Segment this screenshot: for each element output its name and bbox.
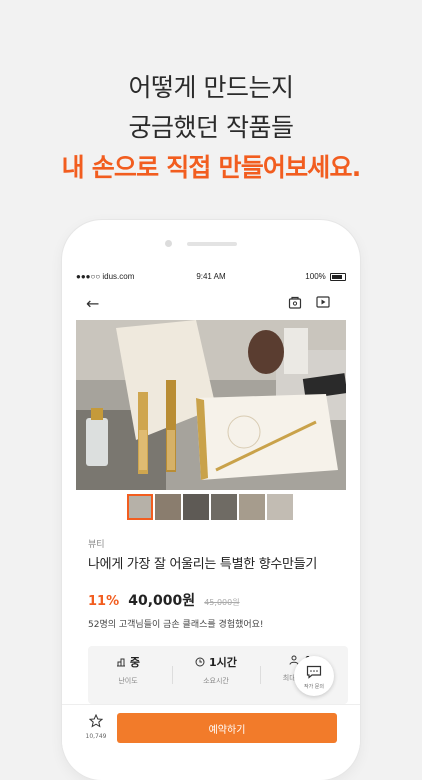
difficulty-label: 난이도 xyxy=(118,677,138,685)
thumbnail[interactable] xyxy=(239,494,265,520)
favorite-button[interactable]: 10,749 xyxy=(84,713,108,740)
battery-percent: 100% xyxy=(305,272,326,281)
bottom-bar: 10,749 예약하기 xyxy=(62,704,360,751)
star-icon xyxy=(88,713,104,728)
status-bar: ●●●○○ idus.com 9:41 AM 100% xyxy=(76,272,346,286)
difficulty-value: 중 xyxy=(129,656,140,669)
difficulty-info: 중 난이도 xyxy=(92,654,164,686)
battery-icon xyxy=(330,272,346,281)
thumbnail[interactable] xyxy=(127,494,153,520)
product-category: 뷰티 xyxy=(88,540,105,550)
sale-price: 40,000원 xyxy=(128,593,196,609)
thumbnail[interactable] xyxy=(267,494,293,520)
chat-bubble-icon xyxy=(306,665,322,679)
thumbnail-strip xyxy=(127,494,293,520)
top-nav: ← xyxy=(62,292,360,316)
original-price: 45,000원 xyxy=(204,598,240,607)
reserve-button[interactable]: 예약하기 xyxy=(117,713,337,743)
status-battery: 100% xyxy=(305,272,346,281)
price-row: 11% 40,000원 45,000원 xyxy=(88,590,240,610)
duration-value: 1시간 xyxy=(208,656,237,669)
promo-line-2: 궁금했던 작품들 xyxy=(128,113,294,142)
thumbnail[interactable] xyxy=(155,494,181,520)
duration-label: 소요시간 xyxy=(203,677,229,685)
promo-line-1: 어떻게 만드는지 xyxy=(128,73,294,102)
artist-inquiry-label: 작가 문의 xyxy=(304,684,324,690)
difficulty-icon xyxy=(117,658,126,667)
speaker-grille xyxy=(187,242,237,246)
gift-icon[interactable] xyxy=(288,295,302,309)
camera-dot xyxy=(165,240,172,247)
product-photo[interactable] xyxy=(76,320,346,490)
artist-inquiry-button[interactable]: 작가 문의 xyxy=(294,656,334,696)
divider xyxy=(260,666,261,684)
video-play-icon[interactable] xyxy=(316,295,330,309)
experience-text: 52명의 고객님들이 금손 클래스를 경험했어요! xyxy=(88,620,264,630)
back-arrow-icon[interactable]: ← xyxy=(86,294,99,313)
favorite-count: 10,749 xyxy=(85,733,107,740)
discount-rate: 11% xyxy=(88,594,120,609)
phone-mockup: ●●●○○ idus.com 9:41 AM 100% ← 뷰티 나에게 가장 … xyxy=(62,220,360,780)
thumbnail[interactable] xyxy=(183,494,209,520)
product-title: 나에게 가장 잘 어울리는 특별한 향수만들기 xyxy=(88,557,318,572)
duration-info: 1시간 소요시간 xyxy=(180,654,252,686)
thumbnail[interactable] xyxy=(211,494,237,520)
divider xyxy=(172,666,173,684)
clock-icon xyxy=(195,657,205,667)
promo-line-3: 내 손으로 직접 만들어보세요. xyxy=(61,153,362,182)
